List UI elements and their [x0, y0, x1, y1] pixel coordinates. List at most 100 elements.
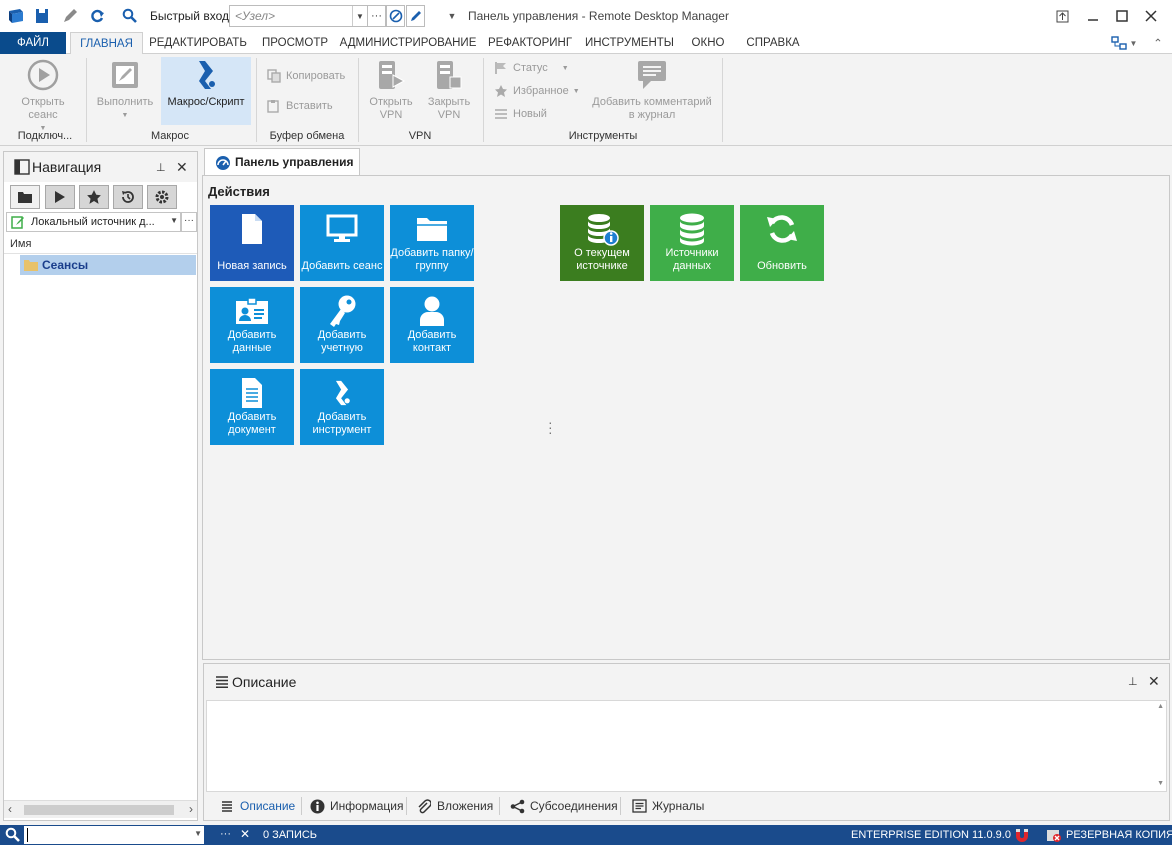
- group-label-vpn: VPN: [408, 130, 432, 142]
- search-icon[interactable]: [120, 6, 140, 26]
- scroll-right-icon[interactable]: ›: [189, 802, 193, 816]
- tab-help[interactable]: СПРАВКА: [740, 32, 806, 54]
- maximize-icon[interactable]: [1111, 6, 1133, 26]
- tile-label: О текущем источнике: [574, 247, 630, 272]
- add-comment-button[interactable]: Добавить комментарий в журнал: [588, 58, 716, 122]
- pin-icon[interactable]: ⊥: [1128, 675, 1138, 688]
- refresh-icon[interactable]: [87, 6, 107, 26]
- paste-button[interactable]: Вставить: [266, 97, 333, 115]
- favorite-button[interactable]: Избранное ▼: [493, 82, 580, 100]
- search-input[interactable]: ▼: [24, 826, 204, 844]
- close-panel-icon[interactable]: ✕: [1148, 673, 1160, 690]
- splitter-handle[interactable]: · · ·: [548, 415, 553, 439]
- description-content[interactable]: ▲ ▼: [206, 700, 1167, 792]
- tree-item-sessions[interactable]: Сеансы: [20, 255, 196, 275]
- tab-attachments[interactable]: Вложения: [416, 794, 493, 818]
- tile-label: Добавить документ: [227, 411, 277, 436]
- search-icon[interactable]: [5, 827, 21, 845]
- add-data-tile[interactable]: Добавить данные: [210, 287, 294, 363]
- refresh-icon: [740, 211, 824, 247]
- add-session-tile[interactable]: Добавить сеанс: [300, 205, 384, 281]
- horizontal-scrollbar[interactable]: ‹ ›: [4, 800, 197, 818]
- tab-logs-label: Журналы: [652, 799, 705, 813]
- host-combo[interactable]: <Узел> ▼: [229, 5, 368, 27]
- new-entry-tile[interactable]: Новая запись: [210, 205, 294, 281]
- actions-heading: Действия: [208, 184, 270, 199]
- add-document-tile[interactable]: Добавить документ: [210, 369, 294, 445]
- copy-button[interactable]: Копировать: [266, 67, 345, 85]
- tab-view[interactable]: ПРОСМОТР: [256, 32, 334, 54]
- tab-home[interactable]: ГЛАВНАЯ: [70, 32, 143, 55]
- add-contact-tile[interactable]: Добавить контакт: [390, 287, 474, 363]
- tab-settings[interactable]: [147, 185, 177, 209]
- collapse-ribbon-icon[interactable]: ⌃: [1148, 32, 1168, 54]
- tab-logs[interactable]: Журналы: [631, 794, 704, 818]
- add-comment-label: Добавить комментарий в журнал: [592, 96, 712, 121]
- magnet-icon[interactable]: [1014, 827, 1030, 845]
- current-source-tile[interactable]: О текущем источнике: [560, 205, 644, 281]
- status-button[interactable]: Статус ▼: [493, 59, 569, 77]
- tab-history[interactable]: [113, 185, 143, 209]
- scroll-up-icon[interactable]: ▲: [1157, 703, 1164, 710]
- list-icon: [219, 798, 235, 814]
- group-label-clipboard: Буфер обмена: [269, 130, 345, 142]
- tab-play[interactable]: [45, 185, 75, 209]
- open-vpn-button[interactable]: Открыть VPN: [364, 58, 418, 122]
- layout-icon[interactable]: ▼: [1106, 32, 1142, 54]
- minimize-icon[interactable]: [1082, 6, 1104, 26]
- tab-favorites[interactable]: [79, 185, 109, 209]
- execute-button[interactable]: Выполнить ▼: [92, 58, 158, 122]
- data-source-combo[interactable]: Локальный источник д... ▼: [6, 212, 181, 232]
- more-icon[interactable]: ···: [220, 828, 231, 840]
- connect-icon[interactable]: [386, 5, 405, 27]
- column-header-name[interactable]: Имя: [4, 236, 197, 254]
- new-button[interactable]: Новый: [493, 105, 547, 123]
- tab-information[interactable]: Информация: [309, 794, 403, 818]
- dashboard-tab-label: Панель управления: [235, 155, 354, 169]
- paste-icon: [266, 98, 282, 114]
- tab-description[interactable]: Описание: [219, 794, 295, 818]
- tab-administration[interactable]: АДМИНИСТРИРОВАНИЕ: [340, 32, 477, 54]
- restore-layout-icon[interactable]: [1051, 6, 1073, 26]
- tile-label: Новая запись: [217, 260, 287, 272]
- data-sources-tile[interactable]: Источники данных: [650, 205, 734, 281]
- refresh-tile[interactable]: Обновить: [740, 205, 824, 281]
- pin-icon[interactable]: ⊥: [156, 161, 166, 174]
- clear-icon[interactable]: ✕: [240, 827, 250, 841]
- tab-refactoring[interactable]: РЕФАКТОРИНГ: [483, 32, 577, 54]
- edit-icon[interactable]: [60, 6, 80, 26]
- scroll-down-icon[interactable]: ▼: [1157, 780, 1164, 787]
- tile-label: Добавить данные: [227, 329, 277, 354]
- macro-script-button[interactable]: Макрос/Скрипт: [161, 57, 251, 125]
- close-icon[interactable]: [1140, 6, 1162, 26]
- ribbon: Открыть сеанс ▼ Выполнить ▼ Макрос/Скрип…: [0, 54, 1172, 146]
- folder-icon: [23, 258, 39, 275]
- tab-tools[interactable]: ИНСТРУМЕНТЫ: [584, 32, 675, 54]
- source-more-button[interactable]: ···: [181, 212, 197, 232]
- add-folder-tile[interactable]: Добавить папку/группу: [390, 205, 474, 281]
- open-vpn-label: Открыть VPN: [369, 96, 413, 121]
- save-icon[interactable]: [32, 6, 52, 26]
- add-credential-tile[interactable]: Добавить учетную: [300, 287, 384, 363]
- tab-file[interactable]: ФАЙЛ: [0, 32, 66, 54]
- chevron-down-icon[interactable]: ▼: [170, 216, 178, 225]
- customize-dropdown-icon[interactable]: ▼: [442, 6, 462, 26]
- tab-edit[interactable]: РЕДАКТИРОВАТЬ: [148, 32, 248, 54]
- chevron-down-icon[interactable]: ▼: [352, 6, 367, 26]
- add-tool-tile[interactable]: Добавить инструмент: [300, 369, 384, 445]
- tab-window[interactable]: ОКНО: [684, 32, 732, 54]
- menu-bar: ФАЙЛ ГЛАВНАЯ РЕДАКТИРОВАТЬ ПРОСМОТР АДМИ…: [0, 32, 1172, 55]
- open-session-button[interactable]: Открыть сеанс ▼: [10, 58, 76, 135]
- tab-folders[interactable]: [10, 185, 40, 209]
- close-vpn-button[interactable]: Закрыть VPN: [422, 58, 476, 122]
- chevron-down-icon[interactable]: ▼: [194, 829, 202, 838]
- tab-dashboard[interactable]: Панель управления: [204, 148, 360, 176]
- app-icon[interactable]: [6, 6, 26, 26]
- group-label-tools: Инструменты: [568, 130, 638, 142]
- close-panel-icon[interactable]: ✕: [176, 159, 188, 176]
- scroll-left-icon[interactable]: ‹: [8, 802, 12, 816]
- scrollbar-thumb[interactable]: [24, 805, 174, 815]
- pen-icon[interactable]: [406, 5, 425, 27]
- tab-sub-connections[interactable]: Субсоединения: [509, 794, 618, 818]
- more-button[interactable]: ···: [367, 5, 386, 27]
